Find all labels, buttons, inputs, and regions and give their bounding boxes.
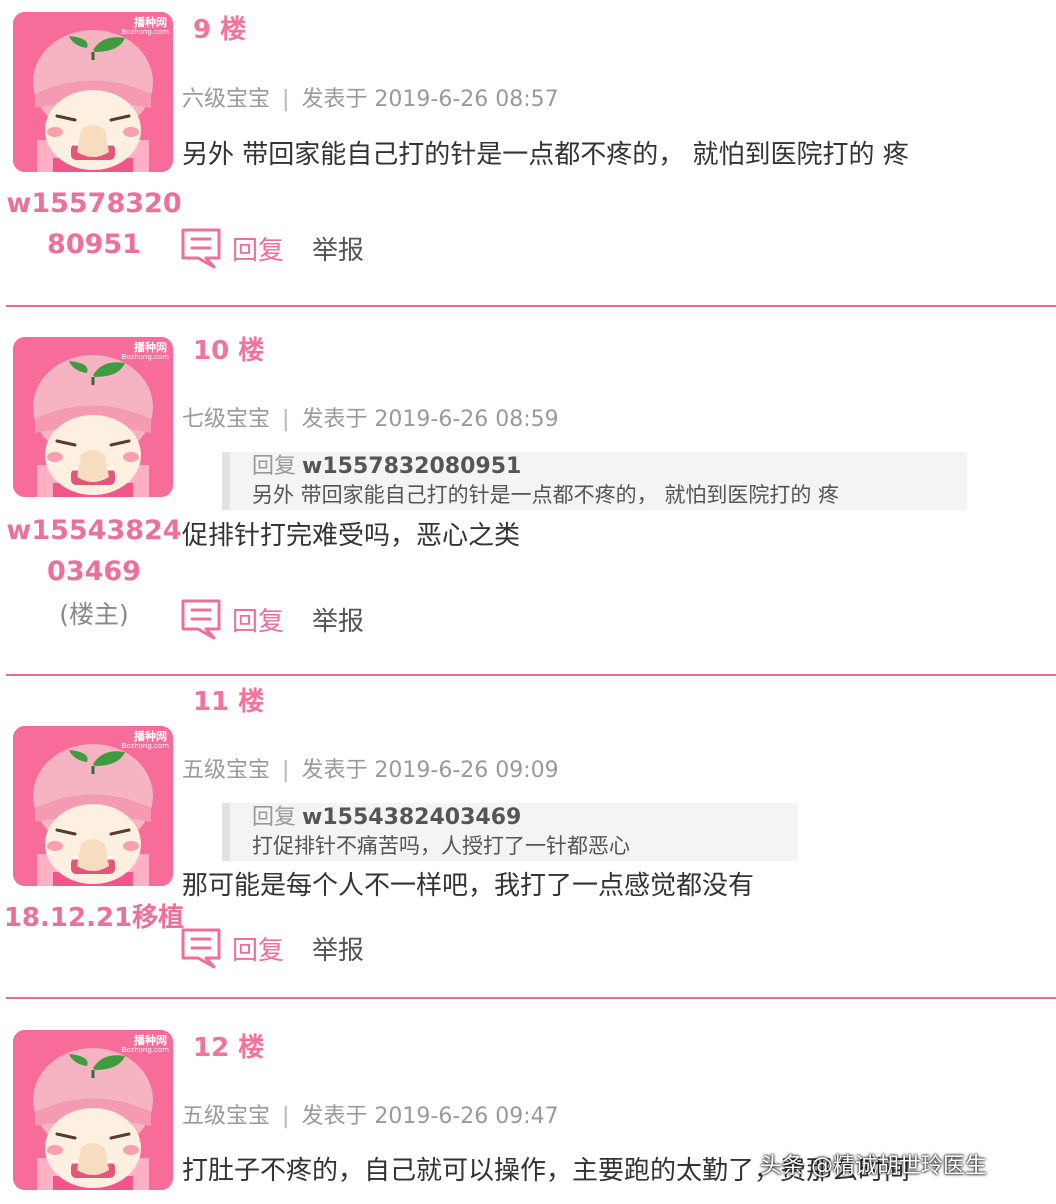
post-time: 发表于 2019-6-26 08:59 [301,407,559,432]
quote-text: 打促排针不痛苦吗，人授打了一针都恶心 [252,834,630,858]
post-meta: 七级宝宝 | 发表于 2019-6-26 08:59 [182,404,559,436]
avatar[interactable]: 播种网 Bozhong.com [13,726,173,886]
avatar[interactable]: 播种网 Bozhong.com [13,337,173,497]
meta-separator: | [282,758,290,783]
post-divider [6,305,1056,307]
avatar[interactable]: 播种网 Bozhong.com [13,1030,173,1190]
post-actions: 回复 举报 [180,226,364,270]
floor-number: 10 楼 [193,336,265,366]
username[interactable]: 18.12.21移植 [2,898,186,939]
username[interactable]: w1554382403469 [6,510,182,592]
avatar-image [13,337,173,497]
username[interactable]: w1557832080951 [6,183,182,265]
report-button[interactable]: 举报 [312,601,364,638]
quote-header: 回复 w1554382403469 [252,804,798,832]
thread-owner-tag: (楼主) [59,600,129,629]
reply-button[interactable]: 回复 [232,601,284,638]
report-button[interactable]: 举报 [312,930,364,967]
post-time: 发表于 2019-6-26 09:09 [301,758,559,783]
avatar[interactable]: 播种网 Bozhong.com [13,12,173,172]
quoted-reply: 回复 w1557832080951 另外 带回家能自己打的针是一点都不疼的， 就怕… [222,452,967,510]
quote-user[interactable]: w1557832080951 [302,454,521,479]
user-level: 五级宝宝 [182,758,271,783]
meta-separator: | [282,1104,290,1129]
comment-bubble-icon[interactable] [180,226,224,270]
floor-number: 9 楼 [193,15,247,45]
floor-number: 11 楼 [193,687,265,717]
reply-button[interactable]: 回复 [232,930,284,967]
quote-header: 回复 w1557832080951 [252,453,967,481]
avatar-logo-subtext: Bozhong.com [121,28,169,36]
post-time: 发表于 2019-6-26 08:57 [301,87,559,112]
quote-user[interactable]: w1554382403469 [302,805,521,830]
user-level: 七级宝宝 [182,407,271,432]
post-divider [6,997,1056,999]
avatar-image [13,12,173,172]
post-divider [6,674,1056,676]
avatar-logo-subtext: Bozhong.com [121,742,169,750]
post-meta: 六级宝宝 | 发表于 2019-6-26 08:57 [182,84,559,116]
quote-prefix: 回复 [252,805,297,830]
comment-bubble-icon[interactable] [180,926,224,970]
avatar-logo-subtext: Bozhong.com [121,1046,169,1054]
avatar-logo-subtext: Bozhong.com [121,353,169,361]
post-meta: 五级宝宝 | 发表于 2019-6-26 09:09 [182,755,559,787]
report-button[interactable]: 举报 [312,230,364,267]
meta-separator: | [282,87,290,112]
user-level: 六级宝宝 [182,87,271,112]
watermark-text: 头条 @精诚胡世玲医生 [760,1154,987,1179]
quote-text: 另外 带回家能自己打的针是一点都不疼的， 就怕到医院打的 疼 [252,483,840,507]
reply-button[interactable]: 回复 [232,230,284,267]
post-content: 促排针打完难受吗，恶心之类 [182,521,521,551]
post-meta: 五级宝宝 | 发表于 2019-6-26 09:47 [182,1101,559,1133]
quoted-reply: 回复 w1554382403469 打促排针不痛苦吗，人授打了一针都恶心 [222,803,798,861]
post-actions: 回复 举报 [180,597,364,641]
avatar-image [13,726,173,886]
post-time: 发表于 2019-6-26 09:47 [301,1104,559,1129]
avatar-image [13,1030,173,1190]
user-level: 五级宝宝 [182,1104,271,1129]
meta-separator: | [282,407,290,432]
quote-prefix: 回复 [252,454,297,479]
post-actions: 回复 举报 [180,926,364,970]
floor-number: 12 楼 [193,1033,265,1063]
comment-bubble-icon[interactable] [180,597,224,641]
post-content: 那可能是每个人不一样吧，我打了一点感觉都没有 [182,871,755,901]
post-content: 另外 带回家能自己打的针是一点都不疼的， 就怕到医院打的 疼 [182,140,909,170]
